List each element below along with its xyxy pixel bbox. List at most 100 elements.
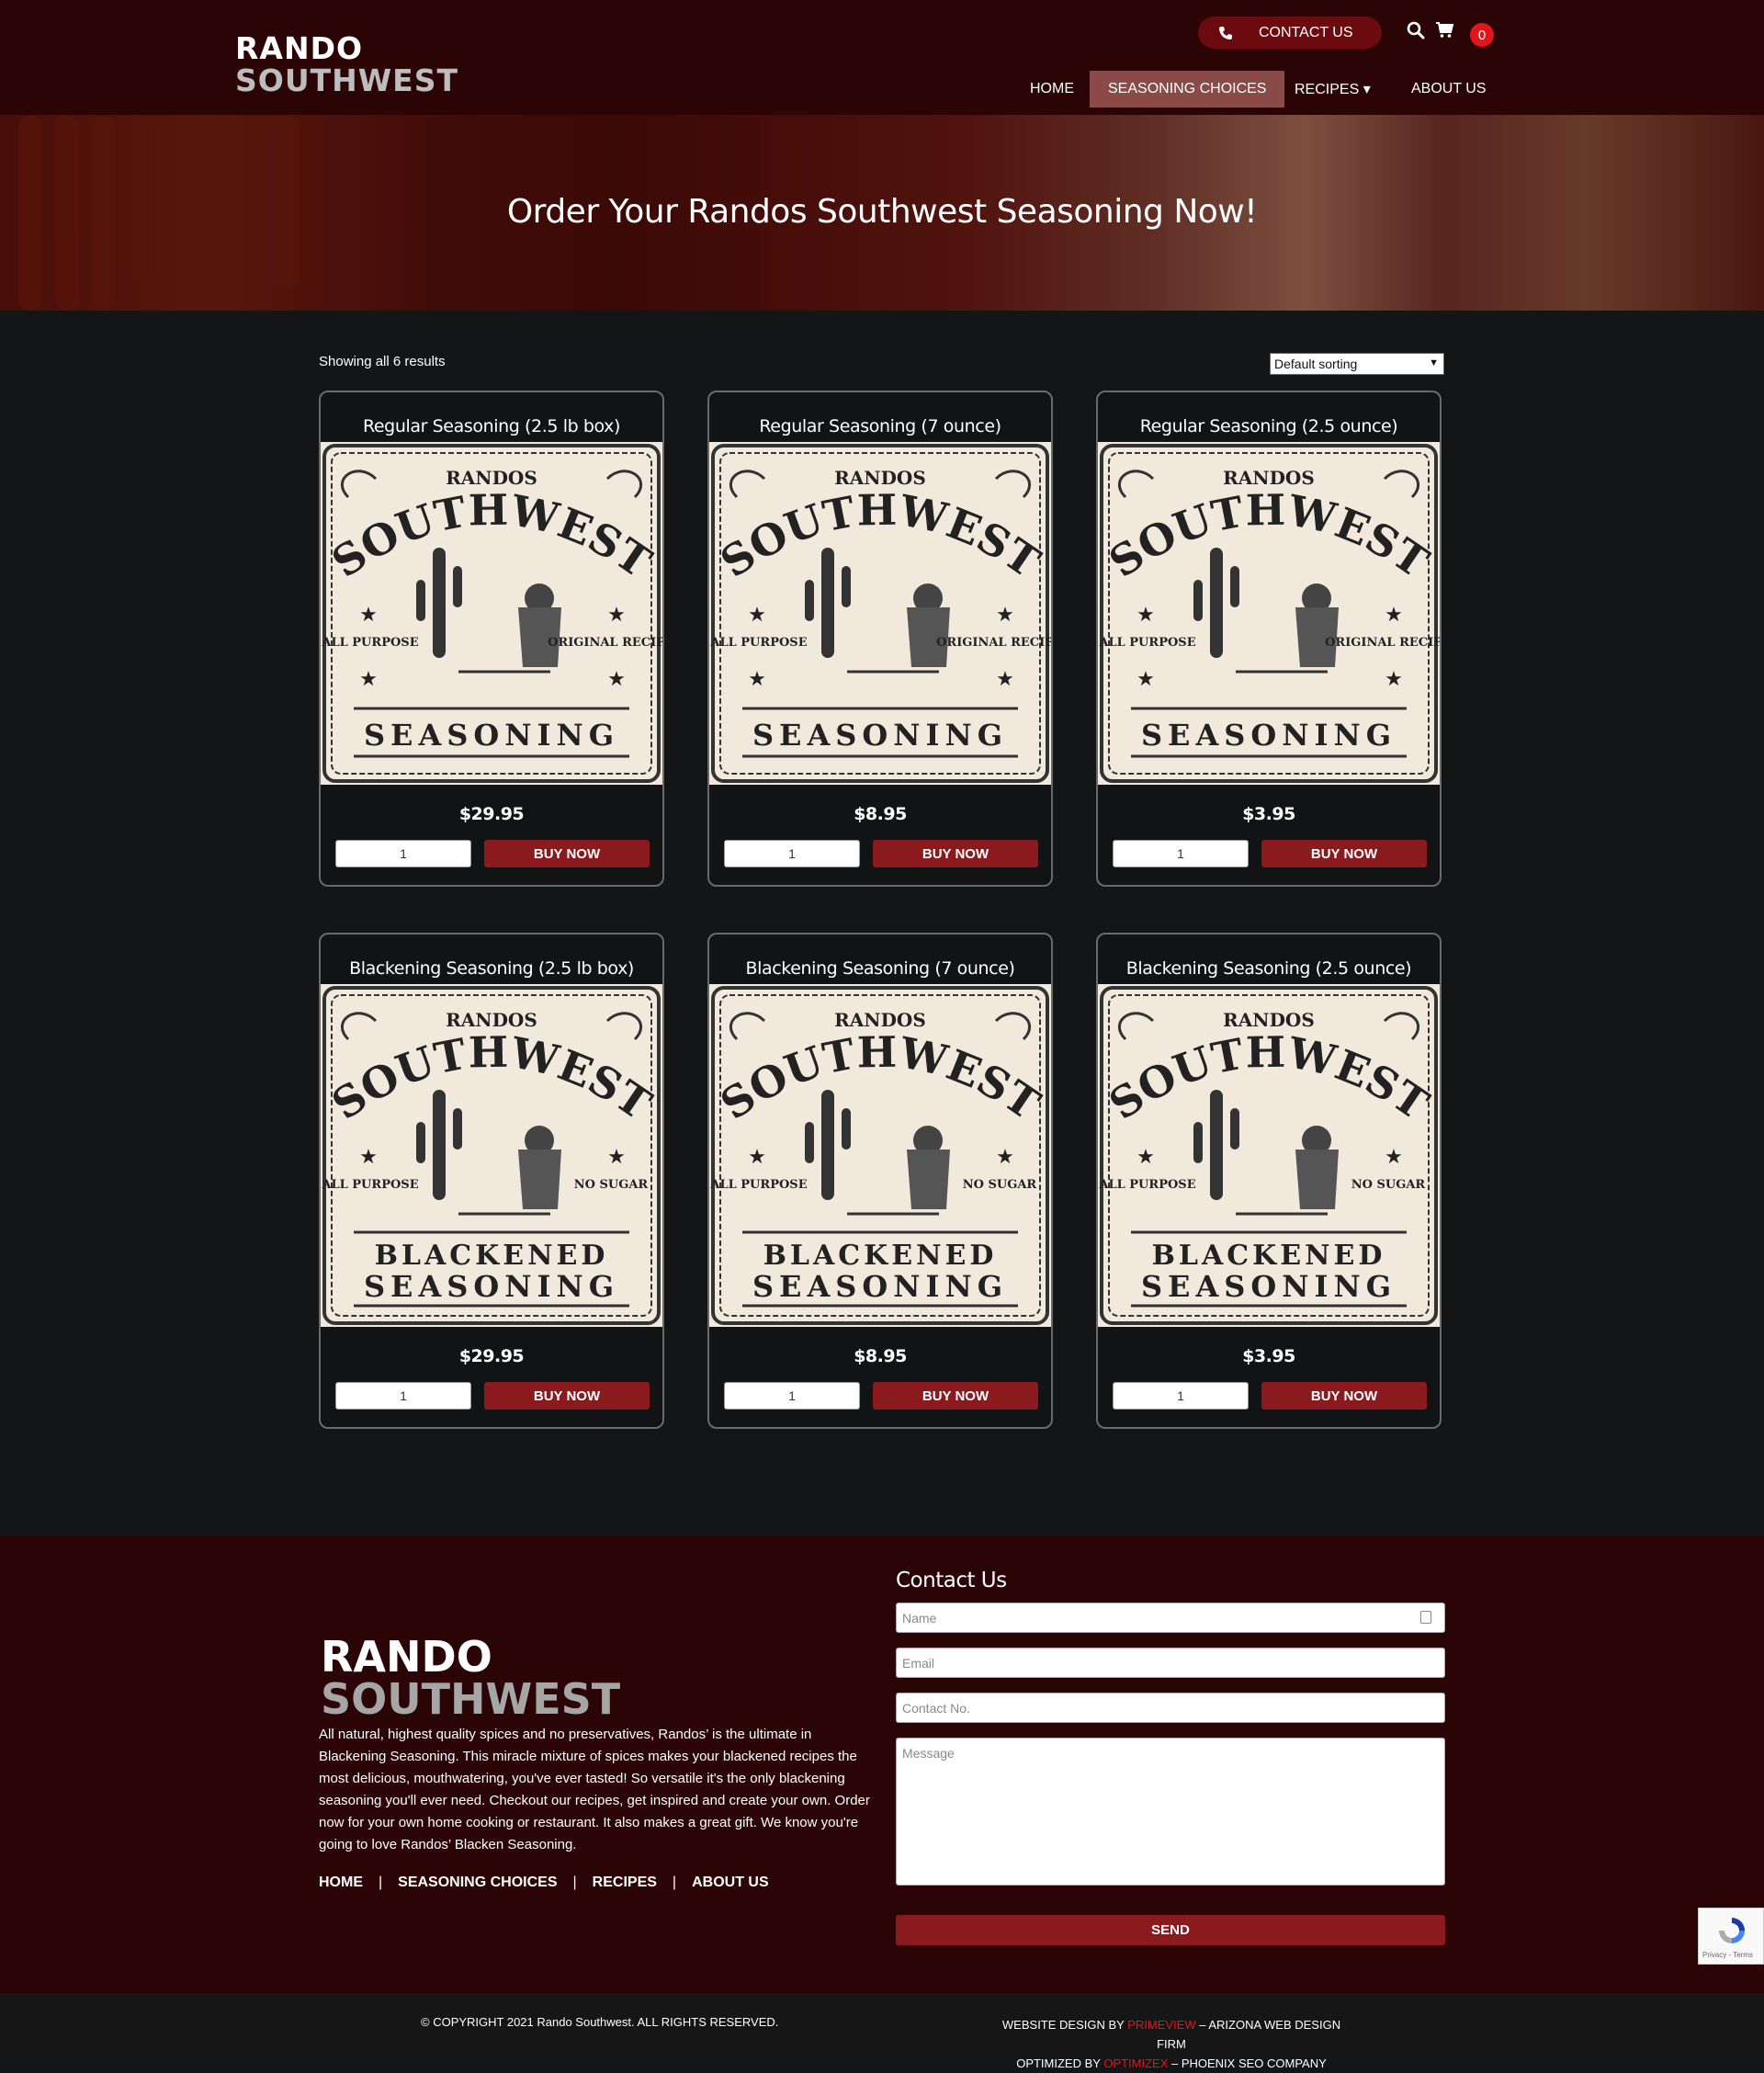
footer-link-home[interactable]: HOME xyxy=(319,1875,363,1891)
product-image[interactable]: RANDOS SOUTHWEST ★ ★ ALL PURPOSE NO SUGAR BLAC… xyxy=(1098,984,1440,1327)
footer-logo[interactable]: RANDO SOUTHWEST xyxy=(321,1636,620,1720)
label-bottom-line2: SEASONING xyxy=(1141,718,1396,753)
recaptcha-badge[interactable]: Privacy - Terms xyxy=(1698,1908,1764,1965)
seo-credit-suffix: – PHOENIX SEO COMPANY xyxy=(1168,2056,1327,2070)
footer-link-seasoning-choices[interactable]: SEASONING CHOICES xyxy=(398,1875,557,1891)
svg-text:★: ★ xyxy=(748,603,766,626)
product-image[interactable]: RANDOS SOUTHWEST ★ ★ ★ ★ ALL PURPOSE ORIGINAL R… xyxy=(709,442,1051,785)
product-title[interactable]: Blackening Seasoning (2.5 ounce) xyxy=(1098,958,1440,979)
seasoning-label-art: RANDOSSOUTHWEST★ ★★ ★ALL PURPOSE ORIGINAL R… xyxy=(1098,444,1440,783)
buy-now-button[interactable]: BUY NOW xyxy=(484,1382,650,1410)
product-title[interactable]: Regular Seasoning (2.5 ounce) xyxy=(1098,416,1440,436)
footer-link-recipes[interactable]: RECIPES xyxy=(593,1875,657,1891)
product-image[interactable]: RANDOS SOUTHWEST ★ ★ ALL PURPOSE NO SUGAR BLAC… xyxy=(321,984,662,1327)
name-field[interactable]: Name xyxy=(896,1603,1445,1633)
seasoning-label-art: RANDOSSOUTHWEST★ ★★ ★ALL PURPOSE ORIGINAL R… xyxy=(709,444,1051,783)
cart-count-badge[interactable]: 0 xyxy=(1470,23,1494,47)
quantity-input[interactable]: 1 xyxy=(724,1382,860,1410)
search-icon[interactable] xyxy=(1406,20,1426,40)
product-card: Regular Seasoning (7 ounce) RANDOS SOUTHWE… xyxy=(707,391,1053,887)
label-right-text: NO SUGAR xyxy=(963,1178,1037,1192)
footer-link-separator: | xyxy=(379,1875,383,1890)
contact-form-title: Contact Us xyxy=(896,1569,1007,1592)
email-field-placeholder: Email xyxy=(902,1656,935,1671)
recaptcha-terms[interactable]: Privacy - Terms xyxy=(1702,1951,1753,1959)
svg-text:★: ★ xyxy=(996,603,1014,626)
sort-selected-value: Default sorting xyxy=(1274,357,1358,371)
product-image[interactable]: RANDOS SOUTHWEST ★ ★ ALL PURPOSE NO SUGAR BLAC… xyxy=(709,984,1051,1327)
quantity-input[interactable]: 1 xyxy=(1113,1382,1249,1410)
email-field[interactable]: Email xyxy=(896,1648,1445,1678)
svg-text:★: ★ xyxy=(996,667,1014,690)
product-price: $8.95 xyxy=(854,1346,907,1366)
quantity-input[interactable]: 1 xyxy=(724,840,860,867)
site-footer xyxy=(0,1536,1764,1993)
nav-about-us[interactable]: ABOUT US xyxy=(1393,71,1505,108)
footer-logo-line1: RANDO xyxy=(321,1632,492,1682)
quantity-input[interactable]: 1 xyxy=(335,1382,471,1410)
label-bottom-line2: SEASONING xyxy=(752,718,1008,753)
label-right-text: NO SUGAR xyxy=(1351,1178,1426,1192)
site-header: RANDO SOUTHWEST CONTACT US 0 HOME SEASON… xyxy=(0,0,1764,115)
product-title[interactable]: Regular Seasoning (2.5 lb box) xyxy=(321,416,662,436)
contact-number-placeholder: Contact No. xyxy=(902,1701,970,1716)
footer-description: All natural, highest quality spices and … xyxy=(319,1727,870,1852)
label-right-text: ORIGINAL RECIPE xyxy=(1325,636,1440,650)
label-left-text: ALL PURPOSE xyxy=(1098,636,1195,650)
bottom-bar: © COPYRIGHT 2021 Rando Southwest. ALL RI… xyxy=(0,1993,1764,2070)
footer-link-separator: | xyxy=(672,1875,677,1890)
label-right-text: ORIGINAL RECIPE xyxy=(936,636,1051,650)
product-image[interactable]: RANDOS SOUTHWEST ★ ★ ★ ★ ALL PURPOSE ORIGINAL R… xyxy=(1098,442,1440,785)
buy-now-button[interactable]: BUY NOW xyxy=(1261,1382,1427,1410)
product-card: Regular Seasoning (2.5 ounce) RANDOS SOUTH… xyxy=(1096,391,1442,887)
product-title[interactable]: Blackening Seasoning (2.5 lb box) xyxy=(321,958,662,979)
buy-now-button[interactable]: BUY NOW xyxy=(873,1382,1038,1410)
product-title[interactable]: Blackening Seasoning (7 ounce) xyxy=(709,958,1051,979)
label-bottom-line2: SEASONING xyxy=(364,718,619,753)
quantity-input[interactable]: 1 xyxy=(1113,840,1249,867)
footer-link-about-us[interactable]: ABOUT US xyxy=(692,1875,769,1891)
product-card: Regular Seasoning (2.5 lb box) RANDOS SOUT… xyxy=(319,391,664,887)
site-logo[interactable]: RANDO SOUTHWEST xyxy=(235,33,458,96)
product-image[interactable]: RANDOS SOUTHWEST ★ ★ ★ ★ ALL PURPOSE ORIGINAL R… xyxy=(321,442,662,785)
label-left-text: ALL PURPOSE xyxy=(321,636,418,650)
message-field[interactable]: Message xyxy=(896,1738,1445,1886)
seasoning-label-art: RANDOSSOUTHWEST★ ★ALL PURPOSE NO SUGARBLAC… xyxy=(321,986,661,1325)
buy-now-button[interactable]: BUY NOW xyxy=(484,840,650,867)
footer-logo-line2: SOUTHWEST xyxy=(321,1674,621,1724)
contact-us-button[interactable]: CONTACT US xyxy=(1198,17,1382,49)
svg-text:★: ★ xyxy=(607,1145,626,1168)
design-credit-prefix: WEBSITE DESIGN BY xyxy=(1001,2018,1128,2032)
cart-icon[interactable] xyxy=(1435,20,1455,40)
buy-now-button[interactable]: BUY NOW xyxy=(1261,840,1427,867)
primeview-link[interactable]: PRIMEVIEW xyxy=(1127,2018,1195,2032)
label-bottom-line2: SEASONING xyxy=(1141,1269,1396,1304)
product-price: $8.95 xyxy=(854,804,907,824)
svg-text:★: ★ xyxy=(359,667,378,690)
nav-home[interactable]: HOME xyxy=(1012,71,1092,108)
product-price: $29.95 xyxy=(458,1346,525,1366)
nav-seasoning-choices[interactable]: SEASONING CHOICES xyxy=(1090,71,1285,108)
svg-text:★: ★ xyxy=(1385,1145,1403,1168)
product-price: $3.95 xyxy=(1242,804,1295,824)
sort-select[interactable]: Default sorting ▼ xyxy=(1270,353,1444,375)
product-title[interactable]: Regular Seasoning (7 ounce) xyxy=(709,416,1051,436)
label-left-text: ALL PURPOSE xyxy=(1098,1178,1195,1192)
label-brand-arc: SOUTHWEST xyxy=(1101,485,1438,587)
product-price: $29.95 xyxy=(458,804,525,824)
contact-number-field[interactable]: Contact No. xyxy=(896,1693,1445,1723)
quantity-input[interactable]: 1 xyxy=(335,840,471,867)
chevron-down-icon: ▼ xyxy=(1429,357,1439,368)
svg-text:★: ★ xyxy=(1136,603,1155,626)
seo-credit: OPTIMIZED BY OPTIMIZEX – PHOENIX SEO COM… xyxy=(992,2054,1351,2073)
autofill-icon[interactable] xyxy=(1420,1611,1431,1624)
label-bottom-line1: BLACKENED xyxy=(1152,1240,1386,1272)
send-button[interactable]: SEND xyxy=(896,1915,1445,1945)
label-brand-arc: SOUTHWEST xyxy=(712,1027,1049,1129)
nav-recipes[interactable]: RECIPES ▾ xyxy=(1276,71,1389,108)
contact-us-label: CONTACT US xyxy=(1259,24,1353,40)
buy-now-button[interactable]: BUY NOW xyxy=(873,840,1038,867)
svg-text:★: ★ xyxy=(996,1145,1014,1168)
optimizex-link[interactable]: OPTIMIZEX xyxy=(1103,2056,1168,2070)
seasoning-label-art: RANDOSSOUTHWEST★ ★ALL PURPOSE NO SUGARBLAC… xyxy=(1098,986,1438,1325)
